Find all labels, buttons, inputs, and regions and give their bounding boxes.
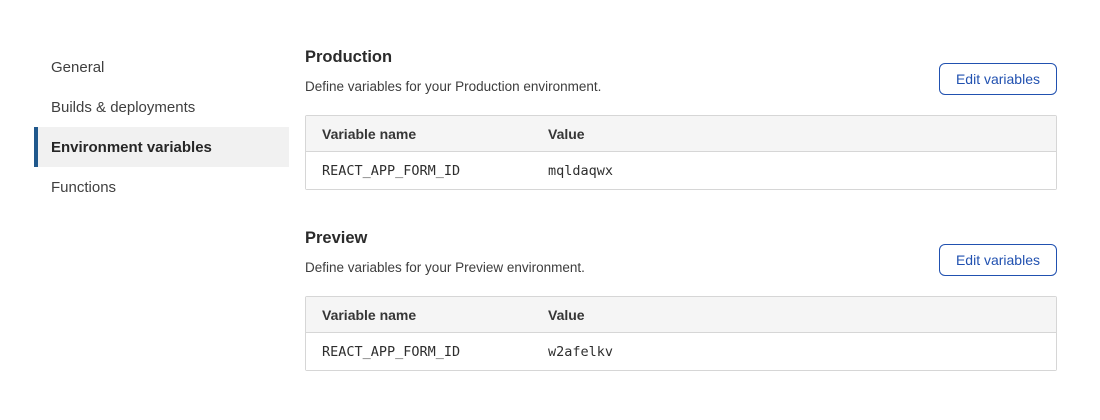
production-section: Production Define variables for your Pro… [305, 47, 1057, 190]
preview-section-header: Preview Define variables for your Previe… [305, 228, 1057, 276]
section-description: Define variables for your Production env… [305, 79, 601, 95]
table-row: REACT_APP_FORM_ID w2afelkv [306, 333, 1056, 370]
production-section-text: Production Define variables for your Pro… [305, 47, 601, 95]
variable-name-cell: REACT_APP_FORM_ID [306, 344, 548, 360]
sidebar-item-label: Environment variables [51, 139, 212, 156]
column-header-variable-name: Variable name [306, 126, 548, 142]
column-header-value: Value [548, 307, 1056, 323]
column-header-variable-name: Variable name [306, 307, 548, 323]
production-section-header: Production Define variables for your Pro… [305, 47, 1057, 95]
table-header-row: Variable name Value [306, 116, 1056, 152]
sidebar-item-builds-deployments[interactable]: Builds & deployments [34, 87, 289, 127]
preview-section-text: Preview Define variables for your Previe… [305, 228, 585, 276]
section-description: Define variables for your Preview enviro… [305, 260, 585, 276]
variable-value-cell: w2afelkv [548, 344, 1056, 360]
variable-value-cell: mqldaqwx [548, 163, 1056, 179]
sidebar-item-label: Functions [51, 179, 116, 196]
variable-name-cell: REACT_APP_FORM_ID [306, 163, 548, 179]
sidebar-item-functions[interactable]: Functions [34, 167, 289, 207]
settings-sidebar: General Builds & deployments Environment… [34, 47, 289, 207]
section-title: Production [305, 47, 601, 67]
sidebar-item-label: Builds & deployments [51, 99, 195, 116]
preview-variables-table: Variable name Value REACT_APP_FORM_ID w2… [305, 296, 1057, 371]
production-variables-table: Variable name Value REACT_APP_FORM_ID mq… [305, 115, 1057, 190]
column-header-value: Value [548, 126, 1056, 142]
settings-page: General Builds & deployments Environment… [0, 0, 1100, 371]
environment-variables-panel: Production Define variables for your Pro… [305, 47, 1057, 371]
sidebar-item-environment-variables[interactable]: Environment variables [34, 127, 289, 167]
sidebar-item-general[interactable]: General [34, 47, 289, 87]
section-title: Preview [305, 228, 585, 248]
edit-variables-button-production[interactable]: Edit variables [939, 63, 1057, 95]
preview-section: Preview Define variables for your Previe… [305, 228, 1057, 371]
table-row: REACT_APP_FORM_ID mqldaqwx [306, 152, 1056, 189]
sidebar-item-label: General [51, 59, 104, 76]
table-header-row: Variable name Value [306, 297, 1056, 333]
edit-variables-button-preview[interactable]: Edit variables [939, 244, 1057, 276]
